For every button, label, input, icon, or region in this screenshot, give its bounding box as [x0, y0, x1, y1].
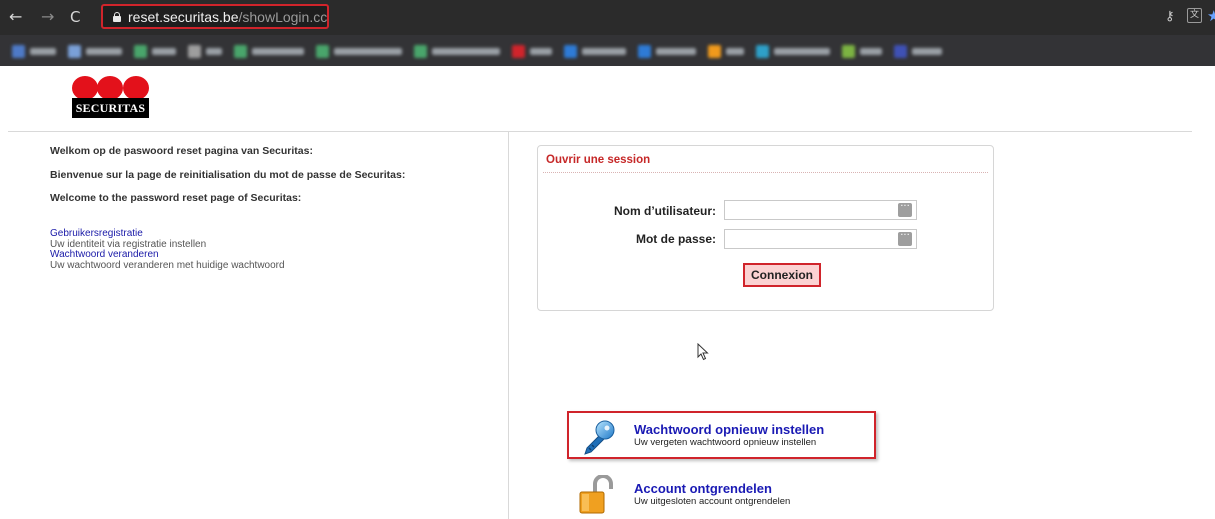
- login-title-divider: [543, 172, 988, 173]
- bookmark-item[interactable]: [188, 44, 222, 58]
- url-text: reset.securitas.be/showLogin.cc: [128, 9, 327, 25]
- bookmarks-bar: [0, 35, 1215, 66]
- bookmark-label: [726, 47, 744, 55]
- bookmark-item[interactable]: [68, 44, 122, 58]
- change-password-desc: Uw wachtwoord veranderen met huidige wac…: [50, 259, 285, 271]
- username-label: Nom d’utilisateur:: [613, 204, 716, 218]
- column-divider: [508, 131, 509, 519]
- bookmark-item[interactable]: [12, 44, 56, 58]
- bookmark-favicon-icon: [756, 44, 769, 58]
- bookmark-label: [206, 47, 222, 55]
- bookmark-label: [432, 47, 500, 55]
- bookmark-favicon-icon: [68, 44, 81, 58]
- bookmark-label: [774, 47, 830, 55]
- change-password-link[interactable]: Wachtwoord veranderen: [50, 249, 285, 261]
- header-divider: [8, 131, 1192, 132]
- link-list: Gebruikersregistratie Uw identiteit via …: [50, 228, 285, 271]
- bookmark-favicon-icon: [894, 44, 907, 58]
- login-panel: Ouvrir une session Nom d’utilisateur: ··…: [537, 145, 994, 311]
- logo-text: SECURITAS: [75, 101, 146, 115]
- bookmark-label: [530, 47, 552, 55]
- welcome-fr: Bienvenue sur la page de reinitialisatio…: [50, 169, 406, 181]
- login-title: Ouvrir une session: [546, 154, 651, 166]
- unlock-account-link[interactable]: Account ontgrendelen: [634, 481, 772, 496]
- url-path: /showLogin.cc: [238, 9, 328, 25]
- bookmark-favicon-icon: [12, 44, 25, 58]
- bookmark-favicon-icon: [564, 44, 577, 58]
- bookmark-label: [30, 47, 56, 55]
- bookmark-item[interactable]: [512, 44, 552, 58]
- password-label: Mot de passe:: [635, 232, 716, 246]
- bookmark-item[interactable]: [842, 44, 882, 58]
- url-host: reset.securitas.be: [128, 9, 239, 25]
- bookmark-label: [334, 47, 402, 55]
- password-manager-icon[interactable]: ···: [898, 231, 912, 246]
- bookmark-label: [860, 47, 882, 55]
- password-key-icon[interactable]: ⚷: [1165, 9, 1175, 24]
- welcome-en: Welcome to the password reset page of Se…: [50, 192, 302, 204]
- key-icon: [584, 420, 615, 455]
- password-input[interactable]: [724, 229, 917, 249]
- bookmark-item[interactable]: [134, 44, 176, 58]
- bookmark-label: [912, 47, 942, 55]
- address-bar[interactable]: reset.securitas.be/showLogin.cc: [101, 4, 329, 29]
- bookmark-favicon-icon: [708, 44, 721, 58]
- bookmark-favicon-icon: [134, 44, 147, 58]
- bookmark-favicon-icon: [188, 44, 201, 58]
- bookmark-label: [152, 47, 176, 55]
- welcome-nl: Welkom op de paswoord reset pagina van S…: [50, 145, 313, 157]
- bookmark-favicon-icon: [842, 44, 855, 58]
- bookmark-label: [86, 47, 122, 55]
- password-manager-icon[interactable]: ···: [898, 202, 912, 217]
- bookmark-item[interactable]: [638, 44, 696, 58]
- bookmark-item[interactable]: [708, 44, 744, 58]
- forward-arrow-icon[interactable]: →: [41, 8, 54, 26]
- browser-toolbar: ← → C reset.securitas.be/showLogin.cc ⚷ …: [0, 0, 1215, 35]
- bookmark-item[interactable]: [414, 44, 500, 58]
- back-arrow-icon[interactable]: ←: [9, 8, 22, 26]
- lock-icon: [113, 12, 121, 22]
- bookmark-item[interactable]: [756, 44, 830, 58]
- username-input[interactable]: [724, 200, 917, 220]
- bookmark-label: [252, 47, 304, 55]
- bookmark-label: [656, 47, 696, 55]
- registration-link[interactable]: Gebruikersregistratie: [50, 228, 285, 240]
- bookmark-favicon-icon: [316, 44, 329, 58]
- padlock-icon: [579, 475, 613, 514]
- bookmark-favicon-icon: [638, 44, 651, 58]
- bookmark-star-icon[interactable]: ★: [1207, 7, 1215, 25]
- reset-password-link[interactable]: Wachtwoord opnieuw instellen: [634, 422, 824, 437]
- unlock-account-desc: Uw uitgesloten account ontgrendelen: [634, 496, 791, 507]
- connexion-button[interactable]: Connexion: [743, 263, 821, 287]
- bookmark-item[interactable]: [234, 44, 304, 58]
- bookmark-favicon-icon: [414, 44, 427, 58]
- bookmark-label: [582, 47, 626, 55]
- translate-icon[interactable]: 文: [1187, 8, 1202, 23]
- securitas-logo: SECURITAS: [72, 76, 149, 118]
- mouse-cursor-icon: [697, 343, 709, 361]
- reset-password-desc: Uw vergeten wachtwoord opnieuw instellen: [634, 437, 817, 448]
- bookmark-favicon-icon: [512, 44, 525, 58]
- bookmark-item[interactable]: [316, 44, 402, 58]
- bookmark-item[interactable]: [564, 44, 626, 58]
- bookmark-item[interactable]: [894, 44, 942, 58]
- bookmark-favicon-icon: [234, 44, 247, 58]
- reload-icon[interactable]: C: [70, 8, 80, 26]
